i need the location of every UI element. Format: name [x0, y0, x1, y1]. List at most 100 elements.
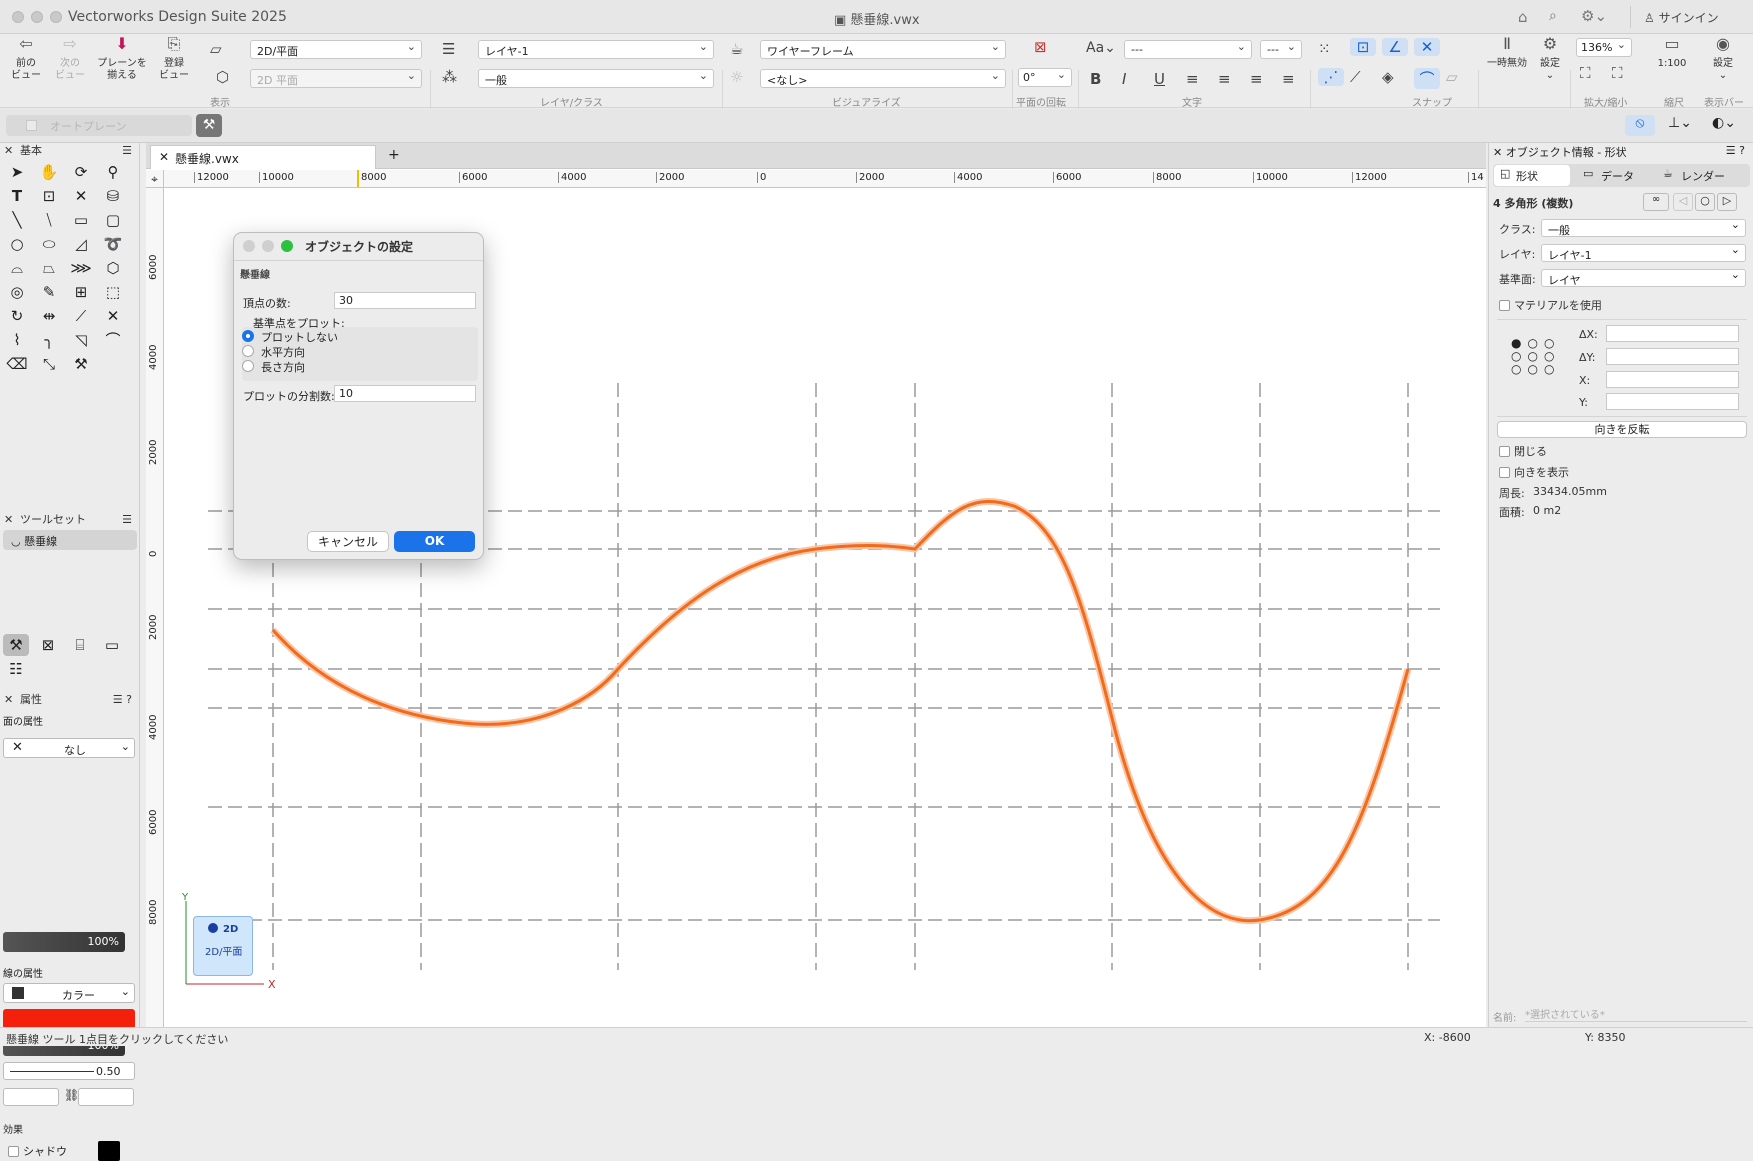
dialog-close-button[interactable]: [243, 240, 255, 252]
italic-icon[interactable]: I: [1122, 70, 1126, 88]
snap-plane-icon[interactable]: ▱: [1446, 68, 1458, 86]
add-tab-icon[interactable]: +: [388, 147, 400, 163]
class-select[interactable]: 一般: [1541, 218, 1746, 237]
tab-shape[interactable]: ◱ 形状: [1494, 165, 1570, 186]
chamfer-tool[interactable]: ◹: [68, 329, 94, 351]
signin-button[interactable]: ♙ サインイン: [1644, 9, 1719, 26]
attribute-mapping-tool[interactable]: ⊞: [68, 281, 94, 303]
plane-select[interactable]: 2D 平面: [250, 69, 422, 88]
ruler-origin-icon[interactable]: ⌖: [146, 170, 164, 188]
home-icon[interactable]: ⌂: [1518, 8, 1528, 26]
plane-indicator[interactable]: 2D 2D/平面: [193, 916, 253, 976]
view-select[interactable]: 2D/平面: [250, 40, 422, 59]
polygon-tool[interactable]: ⏢: [36, 257, 62, 279]
close-icon[interactable]: ✕: [159, 150, 169, 164]
mirror-tool[interactable]: ⇹: [36, 305, 62, 327]
snap-grid-icon[interactable]: ⁙: [1318, 40, 1331, 58]
tool-catenary[interactable]: ◡ 懸垂線: [3, 530, 137, 550]
zoom-tool[interactable]: ⚲: [100, 161, 126, 183]
text-tool[interactable]: T: [4, 185, 30, 207]
fillet-tool[interactable]: ╮: [36, 329, 62, 351]
ruler-icon[interactable]: ▭: [99, 634, 125, 656]
regular-polygon-tool[interactable]: ⬡: [100, 257, 126, 279]
ok-button[interactable]: OK: [394, 531, 475, 552]
font-size-select[interactable]: ---: [1260, 40, 1302, 59]
view-options-icon[interactable]: ◐⌄: [1712, 115, 1736, 131]
eraser-tool[interactable]: ⌫: [4, 353, 30, 375]
radio-length[interactable]: [242, 360, 254, 372]
symbol-tool[interactable]: ⛁: [100, 185, 126, 207]
edit-group-icon[interactable]: ∞: [1643, 193, 1669, 211]
menu-icon[interactable]: ☰: [122, 143, 132, 159]
radio-no-plot[interactable]: [242, 330, 254, 342]
vertical-ruler[interactable]: 6000 4000 2000 0 2000 4000 6000 8000: [146, 188, 164, 1027]
visualize-icon[interactable]: ☼: [730, 68, 743, 86]
dialog-minimize-button[interactable]: [262, 240, 274, 252]
scale-button[interactable]: ▭ 1:100: [1652, 36, 1692, 70]
next-object-icon[interactable]: ▷: [1717, 193, 1737, 211]
align-left-icon[interactable]: ≡: [1186, 70, 1199, 88]
hammer-icon[interactable]: ⚒: [3, 634, 29, 656]
close-icon[interactable]: ✕: [4, 512, 13, 528]
close-icon[interactable]: ✕: [4, 692, 13, 708]
arc-tool[interactable]: ◿: [68, 233, 94, 255]
snap-tangent-icon[interactable]: ⟋: [1350, 68, 1361, 86]
line-color-swatch[interactable]: [3, 1009, 135, 1029]
snap-edge-icon[interactable]: ◈: [1382, 68, 1394, 86]
polyline-tool[interactable]: ⌓: [4, 257, 30, 279]
spiral-tool[interactable]: ◎: [4, 281, 30, 303]
schedule-icon[interactable]: ⊠: [35, 634, 61, 656]
x-input[interactable]: [1606, 371, 1739, 388]
previous-object-icon[interactable]: ◁: [1673, 193, 1693, 211]
tool-settings-icon[interactable]: ⚒: [196, 114, 222, 137]
pause-button[interactable]: Ⅱ 一時無効: [1484, 36, 1530, 70]
show-direction-checkbox[interactable]: 向きを表示: [1499, 464, 1569, 480]
offset-tool[interactable]: ⌒: [100, 329, 126, 351]
layer-select[interactable]: レイヤ-1: [478, 40, 714, 59]
menu-icon[interactable]: ☰ ?: [1726, 144, 1745, 157]
rotate-tool[interactable]: ↻: [4, 305, 30, 327]
showbar-settings-button[interactable]: ◉ 設定 ⌄: [1706, 36, 1740, 82]
fit-to-window-icon[interactable]: ⛶: [1580, 64, 1591, 82]
closed-checkbox[interactable]: 閉じる: [1499, 443, 1547, 459]
dimension-tool[interactable]: ⤡: [36, 353, 62, 375]
tab-data[interactable]: ▭ データ: [1573, 165, 1649, 186]
line-tool[interactable]: ╲: [4, 209, 30, 231]
catenary-curve[interactable]: [271, 499, 1410, 923]
align-center-icon[interactable]: ≡: [1218, 70, 1231, 88]
radio-horizontal[interactable]: [242, 345, 254, 357]
unified-view-icon[interactable]: ⦸: [1625, 115, 1655, 136]
name-input[interactable]: *選択されている*: [1525, 1006, 1747, 1022]
saved-view-button[interactable]: ⎘ 登録 ビュー: [158, 36, 190, 82]
tab-render[interactable]: ☕ レンダー: [1653, 165, 1743, 186]
freehand-tool[interactable]: ➰: [100, 233, 126, 255]
pan-tool[interactable]: ✋: [36, 161, 62, 183]
rotation-input[interactable]: 0°: [1018, 68, 1072, 87]
dialog-zoom-button[interactable]: [281, 240, 293, 252]
close-icon[interactable]: ✕: [1493, 146, 1506, 159]
selection-tool[interactable]: ➤: [4, 161, 30, 183]
delta-x-input[interactable]: [1606, 325, 1739, 342]
oval-tool[interactable]: ⬭: [36, 233, 62, 255]
material-checkbox[interactable]: マテリアルを使用: [1499, 297, 1602, 313]
plane-rotation-icon[interactable]: ⊠: [1034, 38, 1047, 56]
split-tool[interactable]: ⟋: [68, 305, 94, 327]
callout-tool[interactable]: ⊡: [36, 185, 62, 207]
delta-y-input[interactable]: [1606, 348, 1739, 365]
connect-tool[interactable]: ⌇: [4, 329, 30, 351]
cancel-button[interactable]: キャンセル: [307, 531, 389, 552]
view-icon[interactable]: ⏥: [210, 40, 222, 58]
double-polyline-tool[interactable]: ⋙: [68, 257, 94, 279]
snap-object-icon[interactable]: ⊡: [1350, 38, 1376, 56]
plane-icon[interactable]: ⬡: [216, 68, 229, 86]
flyover-tool[interactable]: ⟳: [68, 161, 94, 183]
horizontal-ruler[interactable]: 12000 10000 8000 6000 4000 2000 0 2000 4000 6000 8…: [146, 170, 1486, 188]
start-marker-select[interactable]: [3, 1088, 59, 1106]
class-select[interactable]: 一般: [478, 69, 714, 88]
plane-select[interactable]: レイヤ: [1541, 268, 1746, 287]
camera-icon[interactable]: ⌸: [67, 634, 93, 656]
shadow-color-swatch[interactable]: [98, 1141, 120, 1161]
settings-button[interactable]: ⚙ 設定 ⌄: [1534, 36, 1566, 82]
locus-tool[interactable]: ✕: [68, 185, 94, 207]
fill-opacity-slider[interactable]: 100%: [3, 932, 125, 952]
